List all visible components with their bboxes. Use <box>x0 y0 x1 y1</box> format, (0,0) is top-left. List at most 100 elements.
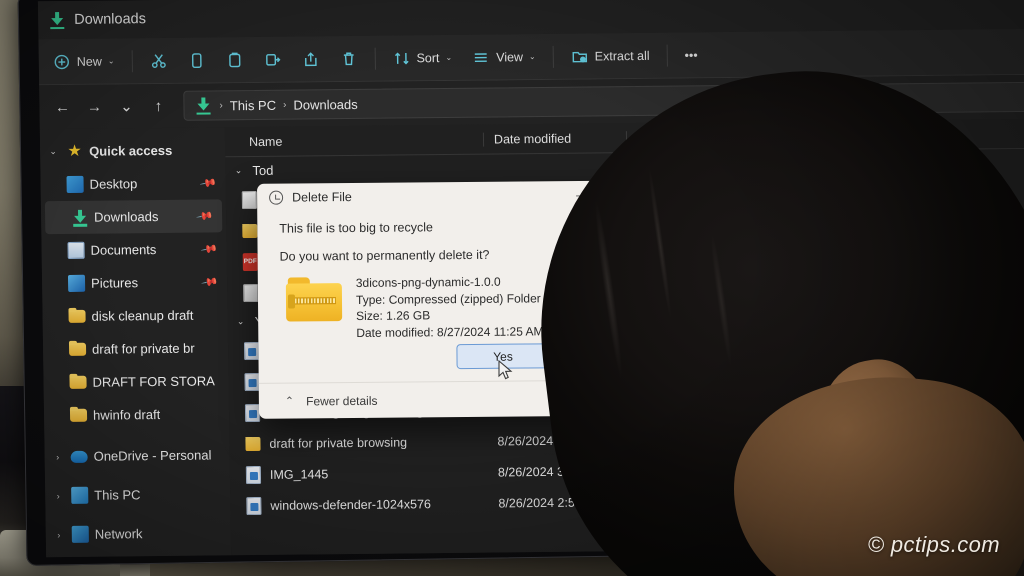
plus-circle-icon <box>54 54 69 69</box>
sidebar-label-draft-for-stora: DRAFT FOR STORA <box>92 373 215 390</box>
chevron-down-icon: ⌄ <box>107 56 115 66</box>
sidebar-label-quick-access: Quick access <box>89 142 173 159</box>
recent-locations-button[interactable]: ⌄ <box>111 91 141 121</box>
copy-button[interactable] <box>178 44 214 76</box>
new-button[interactable]: New ⌄ <box>45 45 124 78</box>
rename-icon <box>265 53 281 66</box>
pdf-icon: PDF <box>242 252 258 271</box>
chevron-right-icon-network: › <box>57 529 61 540</box>
column-header-date-modified[interactable]: Date modified <box>482 130 627 147</box>
view-button[interactable]: View ⌄ <box>463 40 545 73</box>
breadcrumb-downloads[interactable]: Downloads <box>293 96 358 112</box>
folder-icon-2 <box>68 342 87 356</box>
toolbar-divider-3 <box>552 45 554 68</box>
forward-button[interactable]: → <box>79 92 109 122</box>
rename-button[interactable] <box>254 43 290 75</box>
chevron-down-icon-qa: ⌄ <box>49 146 57 157</box>
dialog-file-size: Size: 1.26 GB <box>356 308 431 323</box>
file-name-cell: windows-defender-1024x576 <box>230 494 488 515</box>
pin-icon-documents[interactable]: 📌 <box>200 240 219 259</box>
extract-all-icon <box>572 51 587 62</box>
onedrive-icon <box>70 450 88 463</box>
sidebar-item-quick-access[interactable]: ⌄ ★ Quick access <box>40 133 225 168</box>
sidebar-label-draft-for-private-br: draft for private br <box>91 340 195 357</box>
share-icon <box>304 51 317 66</box>
extract-all-button[interactable]: Extract all <box>561 39 658 72</box>
downloads-icon-breadcrumb <box>194 96 212 115</box>
clock-icon <box>269 190 284 205</box>
sidebar-item-this-pc[interactable]: › This PC <box>45 477 230 512</box>
chevron-right-icon-onedrive: › <box>56 451 60 462</box>
toolbar-divider-2 <box>374 47 376 70</box>
jpg-icon <box>243 341 260 360</box>
sort-icon <box>394 51 409 64</box>
column-header-name[interactable]: Name <box>225 132 483 149</box>
paste-button[interactable] <box>216 44 252 76</box>
file-name-text: windows-defender-1024x576 <box>270 496 432 513</box>
jpg-icon <box>246 496 262 515</box>
sidebar-item-desktop[interactable]: Desktop 📌 <box>40 166 225 201</box>
file-name-text: IMG_1445 <box>269 466 329 482</box>
network-icon <box>71 525 89 543</box>
star-icon: ★ <box>67 142 82 160</box>
cut-button[interactable] <box>140 44 176 76</box>
downloads-icon-sidebar <box>71 208 88 227</box>
sidebar-label-disk-cleanup-draft: disk cleanup draft <box>91 307 194 324</box>
dialog-title: Delete File <box>292 190 352 205</box>
trash-icon <box>343 52 354 65</box>
sidebar-label-pictures: Pictures <box>90 275 139 291</box>
more-button[interactable]: ••• <box>675 39 707 71</box>
paste-icon <box>228 52 241 67</box>
pin-icon-pictures[interactable]: 📌 <box>201 273 220 292</box>
navigation-pane: ⌄ ★ Quick access Desktop 📌 Downloads 📌 D… <box>39 127 232 558</box>
share-button[interactable] <box>292 43 328 75</box>
view-label: View <box>496 49 524 64</box>
watermark: © pctips.com <box>867 532 1000 557</box>
sort-button[interactable]: Sort ⌄ <box>383 41 461 74</box>
sidebar-label-desktop: Desktop <box>89 176 138 192</box>
sidebar-label-downloads: Downloads <box>93 209 159 225</box>
file-name-cell: IMG_1445 <box>230 463 488 484</box>
sidebar-item-downloads[interactable]: Downloads 📌 <box>44 199 223 235</box>
fewer-details-button[interactable]: Fewer details <box>306 393 377 408</box>
folder-icon-1 <box>68 309 86 323</box>
back-button[interactable]: ← <box>47 92 77 122</box>
sidebar-label-this-pc: This PC <box>94 487 141 503</box>
documents-icon <box>67 241 85 259</box>
file-name-cell: draft for private browsing <box>229 434 487 451</box>
toolbar-divider-4 <box>666 44 668 67</box>
sidebar-label-documents: Documents <box>90 242 157 258</box>
sidebar-item-network[interactable]: › Network <box>46 516 231 551</box>
downloads-icon <box>48 11 66 30</box>
window-title: Downloads <box>74 11 147 28</box>
sidebar-item-pictures[interactable]: Pictures 📌 <box>42 265 227 300</box>
sidebar-item-hwinfo-draft[interactable]: hwinfo draft <box>44 397 229 432</box>
chevron-down-icon-view: ⌄ <box>528 52 536 62</box>
chevron-down-icon-today: ⌄ <box>234 165 243 176</box>
sort-label: Sort <box>416 50 440 65</box>
folder-icon-4 <box>69 408 88 422</box>
folder-icon <box>245 436 261 451</box>
sidebar-item-draft-for-stora[interactable]: DRAFT FOR STORA <box>43 364 228 399</box>
dialog-file-type: Type: Compressed (zipped) Folder <box>355 290 541 307</box>
more-label: ••• <box>684 47 698 62</box>
sidebar-item-documents[interactable]: Documents 📌 <box>41 232 226 267</box>
folder-icon-3 <box>69 375 87 389</box>
up-button[interactable]: ↑ <box>143 91 173 121</box>
sidebar-item-draft-for-private-br[interactable]: draft for private br <box>43 331 228 366</box>
sidebar-label-network: Network <box>94 526 143 542</box>
sidebar-label-hwinfo-draft: hwinfo draft <box>92 407 161 423</box>
document-icon <box>241 190 257 209</box>
sidebar-item-onedrive[interactable]: › OneDrive - Personal <box>44 438 229 473</box>
delete-button[interactable] <box>330 42 366 74</box>
pin-icon-desktop[interactable]: 📌 <box>199 174 218 193</box>
extract-all-label: Extract all <box>594 48 650 63</box>
breadcrumb-this-pc[interactable]: This PC <box>230 97 276 112</box>
desktop-icon <box>66 175 84 193</box>
jpg-icon <box>244 403 261 422</box>
sidebar-label-onedrive: OneDrive - Personal <box>93 447 212 464</box>
pin-icon-downloads[interactable]: 📌 <box>196 207 215 226</box>
jpg-icon <box>244 372 260 391</box>
photo-scene: msi Downloads New ⌄ <box>0 0 1024 576</box>
sidebar-item-disk-cleanup-draft[interactable]: disk cleanup draft <box>42 298 227 333</box>
